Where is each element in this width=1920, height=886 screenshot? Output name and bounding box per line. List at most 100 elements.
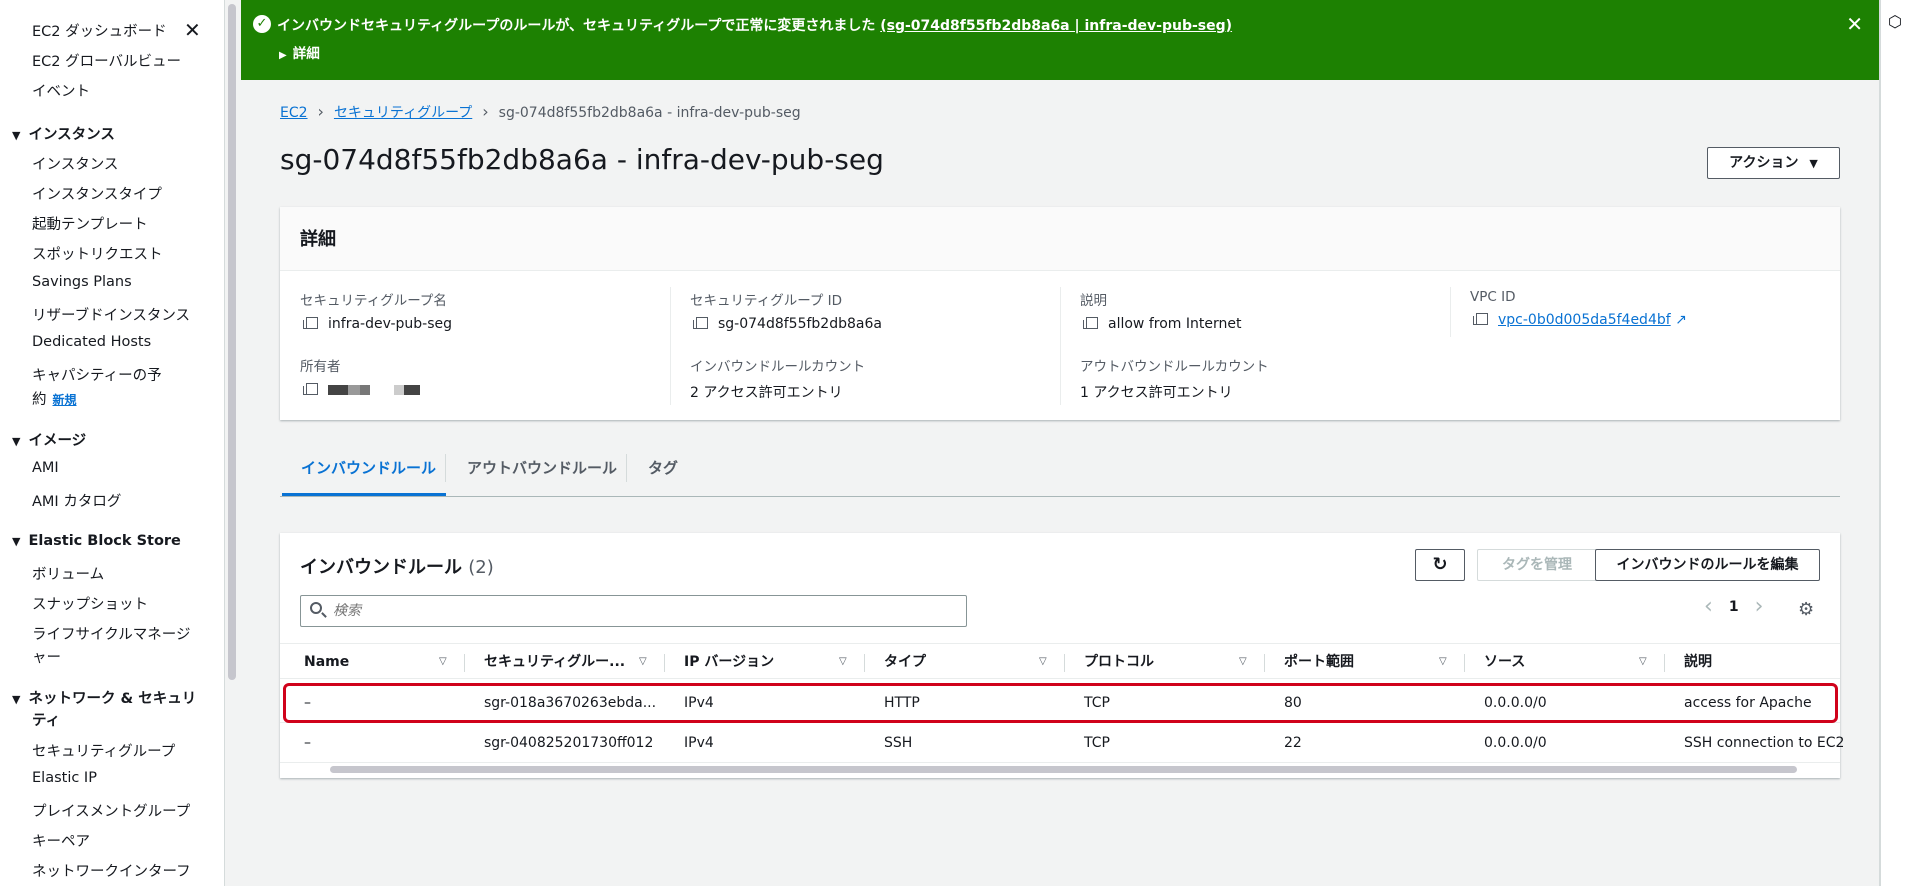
sidebar-section-images[interactable]: ▼ イメージ: [12, 429, 86, 450]
tab-outbound-rules[interactable]: アウトバウンドルール: [467, 457, 617, 478]
table-row[interactable]: – sgr-040825201730ff012 IPv4 SSH TCP 22 …: [280, 723, 1844, 763]
column-resizer[interactable]: [1064, 654, 1065, 672]
sidebar-section-instances[interactable]: ▼ インスタンス: [12, 123, 115, 144]
column-resizer[interactable]: [1464, 654, 1465, 672]
sidebar-item-placement-groups[interactable]: プレイスメントグループ: [32, 800, 190, 821]
sidebar-item-capacity-reservations-cont[interactable]: 約新規: [32, 388, 77, 409]
edit-inbound-rules-button[interactable]: インバウンドのルールを編集: [1595, 549, 1820, 581]
sidebar-item-instances[interactable]: インスタンス: [32, 153, 118, 174]
sidebar-item-ami-catalog[interactable]: AMI カタログ: [32, 490, 121, 511]
field-outbound-count: アウトバウンドルールカウント 1 アクセス許可エントリ: [1080, 359, 1269, 401]
next-page-icon[interactable]: ›: [1755, 596, 1764, 618]
vpc-link[interactable]: vpc-0b0d005da5f4ed4bf: [1498, 312, 1671, 328]
sidebar-item-snapshots[interactable]: スナップショット: [32, 593, 148, 614]
sidebar-item-ami[interactable]: AMI: [32, 460, 59, 476]
column-header-source[interactable]: ソース ▽: [1484, 644, 1654, 680]
breadcrumb: EC2 › セキュリティグループ › sg-074d8f55fb2db8a6a - in…: [280, 102, 801, 122]
external-link-icon: ↗: [1675, 312, 1687, 328]
column-header-name[interactable]: Name ▽: [304, 644, 454, 680]
details-panel: 詳細 セキュリティグループ名 infra-dev-pub-seg セキュリティグ…: [280, 207, 1840, 420]
column-resizer[interactable]: [1264, 654, 1265, 672]
sidebar-item-ec2-global-view[interactable]: EC2 グローバルビュー: [32, 50, 181, 71]
sidebar-item-lifecycle-manager-cont[interactable]: ャー: [32, 646, 61, 667]
caret-down-icon: ▼: [12, 435, 21, 448]
sidebar-item-elastic-ip[interactable]: Elastic IP: [32, 770, 97, 786]
field-owner: 所有者: [300, 355, 670, 398]
sidebar-item-savings-plans[interactable]: Savings Plans: [32, 274, 132, 290]
sidebar-item-launch-templates[interactable]: 起動テンプレート: [32, 213, 148, 234]
field-sg-id: セキュリティグループ ID sg-074d8f55fb2db8a6a: [690, 293, 882, 332]
gear-icon[interactable]: ⚙: [1798, 599, 1814, 620]
chevron-right-icon: ›: [482, 102, 489, 121]
sidebar-item-events[interactable]: イベント: [32, 80, 90, 101]
caret-down-icon: ▼: [12, 129, 21, 142]
manage-tags-button[interactable]: タグを管理: [1477, 549, 1597, 581]
sidebar-item-security-groups[interactable]: セキュリティグループ: [32, 740, 175, 761]
sort-icon[interactable]: ▽: [839, 644, 847, 680]
column-resizer[interactable]: [1664, 654, 1665, 672]
tab-inbound-rules[interactable]: インバウンドルール: [301, 457, 436, 478]
tab-tags[interactable]: タグ: [648, 457, 678, 478]
copy-icon[interactable]: [693, 317, 708, 329]
sidebar-item-spot-requests[interactable]: スポットリクエスト: [32, 243, 163, 264]
column-resizer[interactable]: [464, 654, 465, 672]
sidebar-item-network-interfaces[interactable]: ネットワークインターフ: [32, 860, 191, 881]
sort-icon[interactable]: ▽: [1639, 644, 1647, 680]
sidebar-item-key-pairs[interactable]: キーペア: [32, 830, 90, 851]
info-panel-icon[interactable]: ⬡: [1888, 12, 1902, 31]
column-header-ip-version[interactable]: IP バージョン ▽: [684, 644, 854, 680]
column-header-description[interactable]: 説明: [1684, 644, 1834, 680]
column-header-protocol[interactable]: プロトコル ▽: [1084, 644, 1254, 680]
breadcrumb-ec2[interactable]: EC2: [280, 105, 308, 121]
flash-sg-link[interactable]: (sg-074d8f55fb2db8a6a | infra-dev-pub-se…: [880, 18, 1232, 34]
breadcrumb-security-groups[interactable]: セキュリティグループ: [334, 105, 472, 121]
column-header-rule-id[interactable]: セキュリティグルー... ▽: [484, 644, 654, 680]
refresh-button[interactable]: ↻: [1415, 549, 1465, 581]
flash-close-icon[interactable]: ✕: [1846, 12, 1863, 36]
sidebar-item-lifecycle-manager[interactable]: ライフサイクルマネージ: [32, 623, 190, 644]
new-badge[interactable]: 新規: [53, 393, 77, 407]
page-number[interactable]: 1: [1729, 599, 1739, 615]
close-sidebar-icon[interactable]: ✕: [184, 20, 201, 40]
copy-icon[interactable]: [303, 383, 318, 395]
flash-details-toggle[interactable]: ▶ 詳細: [279, 42, 320, 62]
column-header-port-range[interactable]: ポート範囲 ▽: [1284, 644, 1454, 680]
copy-icon[interactable]: [303, 317, 318, 329]
sort-icon[interactable]: ▽: [1239, 644, 1247, 680]
sort-icon[interactable]: ▽: [1439, 644, 1447, 680]
sidebar-scrollbar-thumb[interactable]: [228, 4, 236, 680]
table-horizontal-scrollbar[interactable]: [330, 766, 1797, 773]
column-divider: [1450, 287, 1451, 337]
sidebar-item-reserved-instances[interactable]: リザーブドインスタンス: [32, 304, 190, 325]
column-header-type[interactable]: タイプ ▽: [884, 644, 1054, 680]
cell-source: 0.0.0.0/0: [1484, 735, 1547, 751]
sidebar-item-ec2-dashboard[interactable]: EC2 ダッシュボード: [32, 20, 167, 41]
column-resizer[interactable]: [664, 654, 665, 672]
prev-page-icon[interactable]: ‹: [1704, 596, 1713, 618]
search-icon: [310, 602, 322, 614]
column-divider: [1060, 287, 1061, 405]
sidebar-item-capacity-reservations[interactable]: キャパシティーの予: [32, 364, 162, 385]
redacted-owner: [394, 385, 404, 395]
sort-icon[interactable]: ▽: [1039, 644, 1047, 680]
page-title: sg-074d8f55fb2db8a6a - infra-dev-pub-seg: [280, 143, 884, 176]
caret-down-icon: ▼: [12, 693, 21, 706]
sidebar-item-dedicated-hosts[interactable]: Dedicated Hosts: [32, 334, 151, 350]
caret-down-icon: ▼: [1809, 157, 1818, 170]
sidebar-item-instance-types[interactable]: インスタンスタイプ: [32, 183, 162, 204]
sort-icon[interactable]: ▽: [439, 644, 447, 680]
sidebar-section-network-security[interactable]: ▼ ネットワーク & セキュリ: [12, 687, 196, 708]
sidebar-section-ebs[interactable]: ▼ Elastic Block Store: [12, 533, 181, 549]
copy-icon[interactable]: [1083, 317, 1098, 329]
tab-divider: [626, 454, 627, 482]
actions-button[interactable]: アクション ▼: [1707, 147, 1840, 179]
success-check-icon: ✓: [253, 15, 271, 33]
column-resizer[interactable]: [864, 654, 865, 672]
copy-icon[interactable]: [1473, 313, 1488, 325]
search-input[interactable]: [333, 601, 953, 621]
sidebar-item-volumes[interactable]: ボリューム: [32, 563, 104, 584]
sort-icon[interactable]: ▽: [639, 644, 647, 680]
field-sg-name: セキュリティグループ名 infra-dev-pub-seg: [300, 293, 453, 332]
search-field[interactable]: [300, 595, 967, 627]
cell-protocol: TCP: [1084, 735, 1110, 751]
